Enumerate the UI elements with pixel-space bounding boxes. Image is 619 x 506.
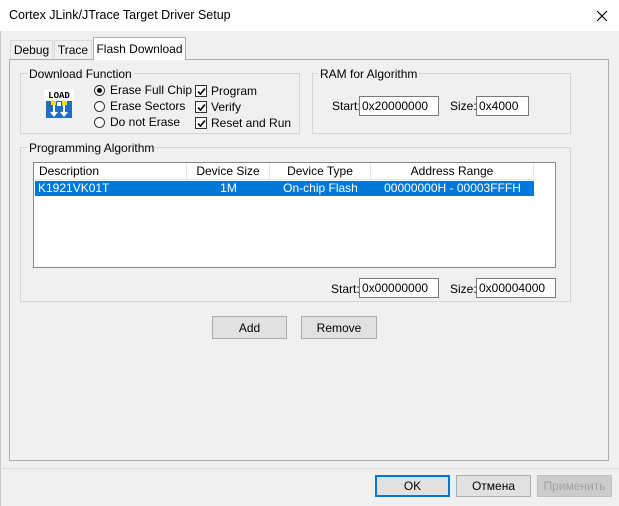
checkbox-indicator [195,101,207,113]
ram-size-input[interactable] [476,96,529,116]
column-description[interactable]: Description [34,163,187,180]
programming-algorithm-legend: Programming Algorithm [27,141,157,155]
table-row[interactable]: K1921VK01T 1M On-chip Flash 00000000H - … [35,181,534,196]
checkmark-icon [196,103,206,111]
checkbox-indicator [195,117,207,129]
algorithm-list[interactable]: Description Device Size Device Type Addr… [33,162,556,268]
checkbox-indicator [195,85,207,97]
remove-button[interactable]: Remove [301,316,377,339]
ram-start-input[interactable] [359,96,439,116]
footer-separator [0,468,619,469]
checkmark-icon [196,87,206,95]
window-title: Cortex JLink/JTrace Target Driver Setup [9,8,231,22]
radio-erase-sectors[interactable]: Erase Sectors [94,99,185,113]
algo-start-input[interactable] [359,278,439,298]
window-border [0,31,1,506]
radio-indicator [94,116,105,128]
checkbox-program[interactable]: Program [195,84,257,98]
column-device-type[interactable]: Device Type [270,163,371,180]
ok-button[interactable]: OK [375,475,450,497]
cell-device-size: 1M [220,181,237,195]
checkbox-label: Verify [211,100,242,114]
column-device-size[interactable]: Device Size [187,163,270,180]
checkbox-label: Program [211,84,258,98]
checkbox-reset-and-run[interactable]: Reset and Run [195,116,291,130]
radio-label: Erase Full Chip [110,83,193,97]
download-function-legend: Download Function [27,67,134,81]
cell-device-type: On-chip Flash [283,181,358,195]
ram-size-label: Size: [450,99,477,113]
add-button[interactable]: Add [212,316,287,339]
apply-button[interactable]: Применить [537,475,612,497]
load-icon: LOAD [44,89,74,118]
checkbox-label: Reset and Run [211,116,292,130]
algo-start-label: Start: [331,282,360,296]
radio-label: Erase Sectors [110,99,186,113]
tab-debug[interactable]: Debug [10,40,53,59]
column-address-range[interactable]: Address Range [371,163,534,180]
tab-trace[interactable]: Trace [54,40,92,59]
checkbox-verify[interactable]: Verify [195,100,241,114]
cell-address-range: 00000000H - 00003FFFH [384,181,521,195]
tab-flash-download[interactable]: Flash Download [93,37,186,60]
radio-erase-full-chip[interactable]: Erase Full Chip [94,83,192,97]
radio-indicator [94,100,105,112]
ram-start-label: Start: [332,99,361,113]
algo-size-input[interactable] [476,278,556,298]
radio-label: Do not Erase [110,115,181,129]
algo-size-label: Size: [450,282,477,296]
radio-indicator [94,84,105,96]
cancel-button[interactable]: Отмена [456,475,531,497]
close-icon [596,10,608,21]
load-icon-text: LOAD [48,91,70,101]
list-header: Description Device Size Device Type Addr… [34,163,534,180]
checkmark-icon [196,119,206,127]
radio-do-not-erase[interactable]: Do not Erase [94,115,180,129]
ram-for-algorithm-legend: RAM for Algorithm [318,67,420,81]
close-button[interactable] [585,0,619,31]
cell-description: K1921VK01T [38,181,110,195]
